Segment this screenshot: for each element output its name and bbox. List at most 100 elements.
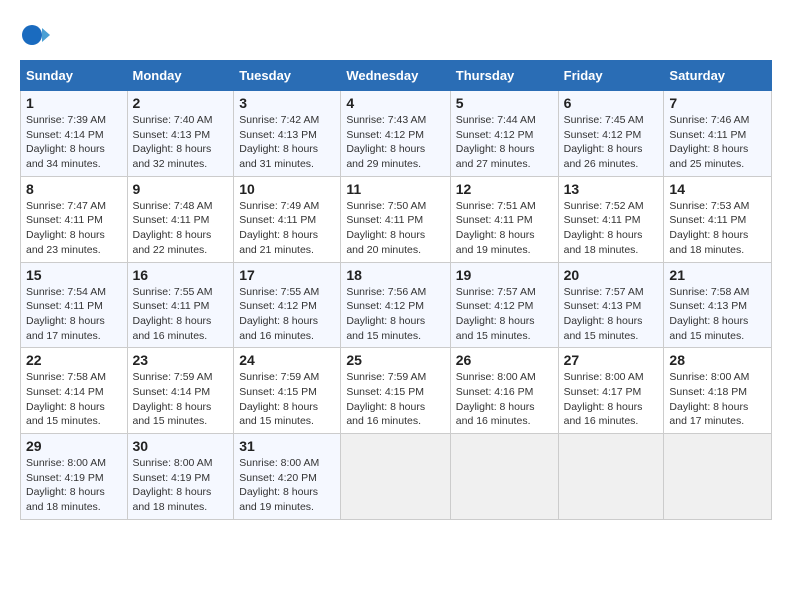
- day-detail: Sunrise: 7:58 AMSunset: 4:13 PMDaylight:…: [669, 286, 749, 342]
- day-number: 11: [346, 181, 444, 197]
- day-detail: Sunrise: 8:00 AMSunset: 4:19 PMDaylight:…: [133, 457, 213, 513]
- calendar-cell: 18 Sunrise: 7:56 AMSunset: 4:12 PMDaylig…: [341, 262, 450, 348]
- day-detail: Sunrise: 7:46 AMSunset: 4:11 PMDaylight:…: [669, 114, 749, 170]
- calendar-cell: 21 Sunrise: 7:58 AMSunset: 4:13 PMDaylig…: [664, 262, 772, 348]
- calendar-week-1: 1 Sunrise: 7:39 AMSunset: 4:14 PMDayligh…: [21, 91, 772, 177]
- calendar-cell: 29 Sunrise: 8:00 AMSunset: 4:19 PMDaylig…: [21, 434, 128, 520]
- day-detail: Sunrise: 7:51 AMSunset: 4:11 PMDaylight:…: [456, 200, 536, 256]
- day-detail: Sunrise: 7:50 AMSunset: 4:11 PMDaylight:…: [346, 200, 426, 256]
- day-number: 20: [564, 267, 659, 283]
- day-number: 15: [26, 267, 122, 283]
- day-number: 14: [669, 181, 766, 197]
- day-number: 8: [26, 181, 122, 197]
- calendar-cell: [558, 434, 664, 520]
- day-number: 1: [26, 95, 122, 111]
- day-number: 10: [239, 181, 335, 197]
- calendar-cell: 14 Sunrise: 7:53 AMSunset: 4:11 PMDaylig…: [664, 176, 772, 262]
- day-detail: Sunrise: 7:52 AMSunset: 4:11 PMDaylight:…: [564, 200, 644, 256]
- day-number: 21: [669, 267, 766, 283]
- day-number: 23: [133, 352, 229, 368]
- day-number: 6: [564, 95, 659, 111]
- day-detail: Sunrise: 7:49 AMSunset: 4:11 PMDaylight:…: [239, 200, 319, 256]
- day-detail: Sunrise: 7:56 AMSunset: 4:12 PMDaylight:…: [346, 286, 426, 342]
- calendar-cell: 13 Sunrise: 7:52 AMSunset: 4:11 PMDaylig…: [558, 176, 664, 262]
- calendar-cell: 25 Sunrise: 7:59 AMSunset: 4:15 PMDaylig…: [341, 348, 450, 434]
- weekday-header-tuesday: Tuesday: [234, 61, 341, 91]
- logo: [20, 20, 54, 50]
- day-detail: Sunrise: 7:59 AMSunset: 4:15 PMDaylight:…: [239, 371, 319, 427]
- calendar-cell: 15 Sunrise: 7:54 AMSunset: 4:11 PMDaylig…: [21, 262, 128, 348]
- day-number: 7: [669, 95, 766, 111]
- day-number: 18: [346, 267, 444, 283]
- day-detail: Sunrise: 7:57 AMSunset: 4:12 PMDaylight:…: [456, 286, 536, 342]
- day-detail: Sunrise: 7:48 AMSunset: 4:11 PMDaylight:…: [133, 200, 213, 256]
- day-number: 3: [239, 95, 335, 111]
- calendar-body: 1 Sunrise: 7:39 AMSunset: 4:14 PMDayligh…: [21, 91, 772, 520]
- day-detail: Sunrise: 7:54 AMSunset: 4:11 PMDaylight:…: [26, 286, 106, 342]
- day-number: 9: [133, 181, 229, 197]
- logo-icon: [20, 20, 50, 50]
- day-number: 30: [133, 438, 229, 454]
- weekday-header-thursday: Thursday: [450, 61, 558, 91]
- day-detail: Sunrise: 8:00 AMSunset: 4:19 PMDaylight:…: [26, 457, 106, 513]
- day-number: 26: [456, 352, 553, 368]
- calendar-cell: [341, 434, 450, 520]
- calendar-cell: 8 Sunrise: 7:47 AMSunset: 4:11 PMDayligh…: [21, 176, 128, 262]
- calendar-cell: 31 Sunrise: 8:00 AMSunset: 4:20 PMDaylig…: [234, 434, 341, 520]
- weekday-header-row: SundayMondayTuesdayWednesdayThursdayFrid…: [21, 61, 772, 91]
- day-detail: Sunrise: 7:58 AMSunset: 4:14 PMDaylight:…: [26, 371, 106, 427]
- page-header: [20, 20, 772, 50]
- day-number: 31: [239, 438, 335, 454]
- day-number: 17: [239, 267, 335, 283]
- day-detail: Sunrise: 7:53 AMSunset: 4:11 PMDaylight:…: [669, 200, 749, 256]
- calendar-cell: 24 Sunrise: 7:59 AMSunset: 4:15 PMDaylig…: [234, 348, 341, 434]
- day-number: 12: [456, 181, 553, 197]
- day-number: 28: [669, 352, 766, 368]
- day-detail: Sunrise: 7:42 AMSunset: 4:13 PMDaylight:…: [239, 114, 319, 170]
- calendar-cell: 4 Sunrise: 7:43 AMSunset: 4:12 PMDayligh…: [341, 91, 450, 177]
- calendar-cell: 27 Sunrise: 8:00 AMSunset: 4:17 PMDaylig…: [558, 348, 664, 434]
- calendar-cell: 5 Sunrise: 7:44 AMSunset: 4:12 PMDayligh…: [450, 91, 558, 177]
- day-number: 24: [239, 352, 335, 368]
- calendar-week-5: 29 Sunrise: 8:00 AMSunset: 4:19 PMDaylig…: [21, 434, 772, 520]
- calendar-cell: [450, 434, 558, 520]
- weekday-header-monday: Monday: [127, 61, 234, 91]
- day-number: 22: [26, 352, 122, 368]
- calendar-cell: 6 Sunrise: 7:45 AMSunset: 4:12 PMDayligh…: [558, 91, 664, 177]
- day-number: 19: [456, 267, 553, 283]
- weekday-header-friday: Friday: [558, 61, 664, 91]
- calendar-cell: 23 Sunrise: 7:59 AMSunset: 4:14 PMDaylig…: [127, 348, 234, 434]
- calendar-cell: 11 Sunrise: 7:50 AMSunset: 4:11 PMDaylig…: [341, 176, 450, 262]
- day-detail: Sunrise: 7:55 AMSunset: 4:11 PMDaylight:…: [133, 286, 213, 342]
- day-detail: Sunrise: 8:00 AMSunset: 4:20 PMDaylight:…: [239, 457, 319, 513]
- day-number: 16: [133, 267, 229, 283]
- day-number: 2: [133, 95, 229, 111]
- day-detail: Sunrise: 7:59 AMSunset: 4:15 PMDaylight:…: [346, 371, 426, 427]
- day-number: 25: [346, 352, 444, 368]
- calendar-week-2: 8 Sunrise: 7:47 AMSunset: 4:11 PMDayligh…: [21, 176, 772, 262]
- day-detail: Sunrise: 7:44 AMSunset: 4:12 PMDaylight:…: [456, 114, 536, 170]
- day-detail: Sunrise: 7:59 AMSunset: 4:14 PMDaylight:…: [133, 371, 213, 427]
- calendar-cell: 30 Sunrise: 8:00 AMSunset: 4:19 PMDaylig…: [127, 434, 234, 520]
- weekday-header-sunday: Sunday: [21, 61, 128, 91]
- calendar-week-4: 22 Sunrise: 7:58 AMSunset: 4:14 PMDaylig…: [21, 348, 772, 434]
- day-number: 27: [564, 352, 659, 368]
- calendar-cell: 19 Sunrise: 7:57 AMSunset: 4:12 PMDaylig…: [450, 262, 558, 348]
- calendar-cell: 7 Sunrise: 7:46 AMSunset: 4:11 PMDayligh…: [664, 91, 772, 177]
- day-detail: Sunrise: 7:45 AMSunset: 4:12 PMDaylight:…: [564, 114, 644, 170]
- day-detail: Sunrise: 7:40 AMSunset: 4:13 PMDaylight:…: [133, 114, 213, 170]
- weekday-header-wednesday: Wednesday: [341, 61, 450, 91]
- calendar-cell: 22 Sunrise: 7:58 AMSunset: 4:14 PMDaylig…: [21, 348, 128, 434]
- day-number: 5: [456, 95, 553, 111]
- calendar-cell: 1 Sunrise: 7:39 AMSunset: 4:14 PMDayligh…: [21, 91, 128, 177]
- calendar-table: SundayMondayTuesdayWednesdayThursdayFrid…: [20, 60, 772, 520]
- calendar-cell: 20 Sunrise: 7:57 AMSunset: 4:13 PMDaylig…: [558, 262, 664, 348]
- calendar-cell: 26 Sunrise: 8:00 AMSunset: 4:16 PMDaylig…: [450, 348, 558, 434]
- calendar-cell: 2 Sunrise: 7:40 AMSunset: 4:13 PMDayligh…: [127, 91, 234, 177]
- weekday-header-saturday: Saturday: [664, 61, 772, 91]
- day-detail: Sunrise: 7:57 AMSunset: 4:13 PMDaylight:…: [564, 286, 644, 342]
- calendar-cell: 17 Sunrise: 7:55 AMSunset: 4:12 PMDaylig…: [234, 262, 341, 348]
- calendar-cell: [664, 434, 772, 520]
- day-number: 29: [26, 438, 122, 454]
- day-number: 4: [346, 95, 444, 111]
